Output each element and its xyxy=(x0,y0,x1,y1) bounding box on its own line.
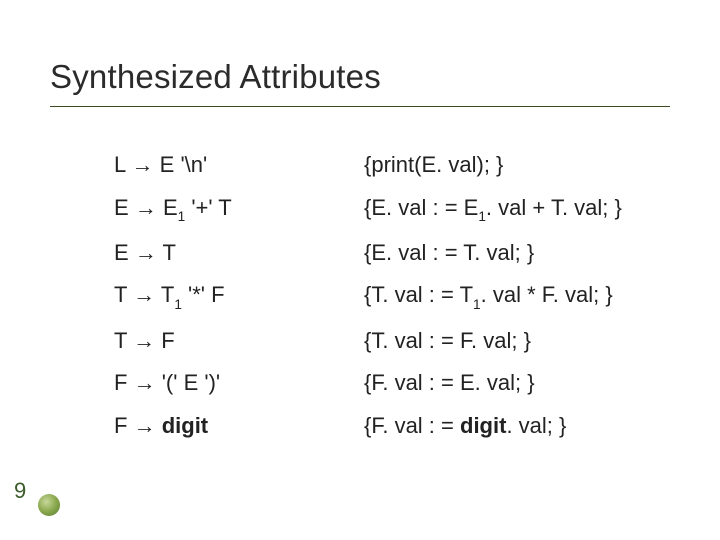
prod-lhs: L xyxy=(114,152,125,177)
prod-rhs: F xyxy=(211,282,224,307)
slide-title: Synthesized Attributes xyxy=(50,58,670,96)
semantic-rule: {T. val : = T1. val * F. val; } xyxy=(364,281,630,311)
semantic-rule: {print(E. val); } xyxy=(364,151,630,179)
semantic-rule: {E. val : = E1. val + T. val; } xyxy=(364,194,630,224)
semantics-column: {print(E. val); } {E. val : = E1. val + … xyxy=(364,151,630,439)
prod-rhs: '\n' xyxy=(180,152,207,177)
arrow-icon: → xyxy=(135,240,157,265)
arrow-icon: → xyxy=(135,195,157,220)
prod-op: '*' xyxy=(188,282,205,307)
prod-rhs: ')' xyxy=(204,370,220,395)
prod-rhs: E xyxy=(163,195,178,220)
prod-rhs: E xyxy=(184,370,199,395)
bullet-dot-icon xyxy=(38,494,60,516)
arrow-icon: → xyxy=(134,413,156,438)
title-rule xyxy=(50,106,670,107)
content-area: L → E '\n' E → E1 '+' T E → T T → T1 xyxy=(50,151,670,439)
prod-rhs: '(' xyxy=(162,370,178,395)
prod-lhs: F xyxy=(114,370,127,395)
page-number: 9 xyxy=(14,478,26,504)
semantic-rule: {E. val : = T. val; } xyxy=(364,239,630,267)
rule-text: . val * F. val; } xyxy=(481,282,613,307)
prod-lhs: T xyxy=(114,328,127,353)
production-row: T → F xyxy=(114,327,304,355)
arrow-icon: → xyxy=(132,152,154,177)
prod-lhs: T xyxy=(114,282,127,307)
rule-text: {F. val : = xyxy=(364,413,460,438)
prod-rhs: F xyxy=(161,328,174,353)
arrow-icon: → xyxy=(133,328,155,353)
production-row: L → E '\n' xyxy=(114,151,304,179)
production-row: E → T xyxy=(114,239,304,267)
productions-column: L → E '\n' E → E1 '+' T E → T T → T1 xyxy=(114,151,304,439)
subscript: 1 xyxy=(473,297,481,312)
prod-rhs: T xyxy=(161,282,174,307)
prod-lhs: E xyxy=(114,195,129,220)
semantic-rule: {F. val : = E. val; } xyxy=(364,369,630,397)
rule-text: digit xyxy=(460,413,506,438)
subscript: 1 xyxy=(174,297,182,312)
semantic-rule: {T. val : = F. val; } xyxy=(364,327,630,355)
semantic-rule: {F. val : = digit. val; } xyxy=(364,412,630,440)
subscript: 1 xyxy=(178,209,186,224)
prod-rhs: T xyxy=(163,240,176,265)
subscript: 1 xyxy=(478,209,486,224)
rule-text: {T. val : = T xyxy=(364,282,473,307)
prod-lhs: E xyxy=(114,240,129,265)
slide: Synthesized Attributes L → E '\n' E → E1… xyxy=(0,0,720,540)
rule-text: . val + T. val; } xyxy=(486,195,622,220)
prod-lhs: F xyxy=(114,413,127,438)
prod-rhs: digit xyxy=(162,413,208,438)
rule-text: . val; } xyxy=(506,413,566,438)
rule-text: {E. val : = E xyxy=(364,195,478,220)
production-row: F → digit xyxy=(114,412,304,440)
arrow-icon: → xyxy=(134,370,156,395)
prod-rhs: E xyxy=(160,152,175,177)
prod-op: '+' xyxy=(191,195,212,220)
production-row: T → T1 '*' F xyxy=(114,281,304,311)
prod-rhs: T xyxy=(218,195,231,220)
production-row: F → '(' E ')' xyxy=(114,369,304,397)
arrow-icon: → xyxy=(133,282,155,307)
production-row: E → E1 '+' T xyxy=(114,194,304,224)
